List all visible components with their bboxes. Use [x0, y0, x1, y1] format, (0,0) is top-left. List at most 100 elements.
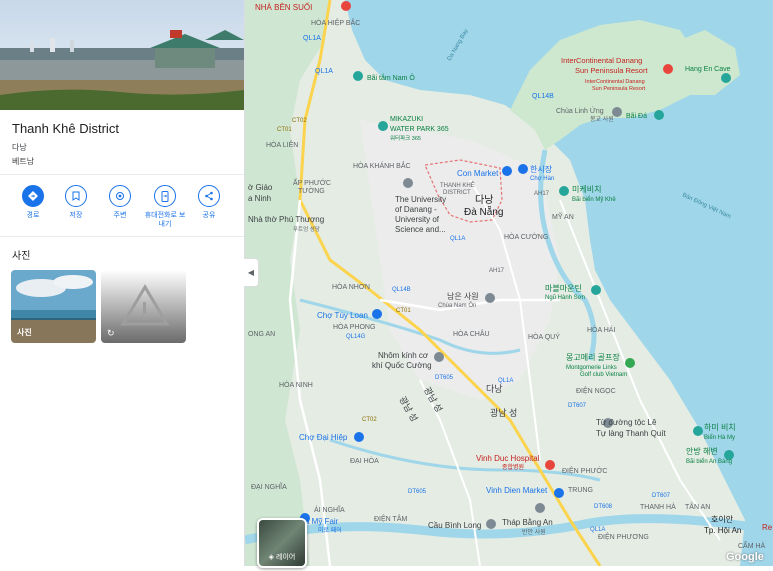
university-pin[interactable]	[403, 178, 413, 188]
label-thap-bang-an-1: Tháp Bằng An	[502, 518, 553, 527]
label-hoa-ninh: HÒA NINH	[279, 380, 313, 389]
photo-tile-label: 사진	[17, 328, 32, 337]
label-nam-o-temple-2: Chùa Nam Ôn	[438, 302, 476, 309]
label-montgomerie-3: Golf club Vietnam	[580, 372, 627, 378]
waterpark-pin[interactable]	[378, 121, 388, 131]
label-ct01-1: CT01	[277, 127, 292, 133]
label-marble-2: Ngũ Hành Sơn	[545, 295, 585, 301]
send-to-phone-icon	[154, 185, 176, 207]
shop-pin-nhom-kinh[interactable]	[434, 352, 444, 362]
label-thap-bang-an-2: 반안 사원	[522, 528, 546, 536]
divider	[0, 236, 244, 237]
label-univ-3: University of	[395, 215, 440, 224]
label-ct02-1: CT02	[292, 118, 307, 124]
divider	[0, 174, 244, 175]
label-an-bang-2: Bãi biển An Bàng	[686, 458, 732, 465]
label-cam-ha: CẨM HÀ	[738, 541, 766, 550]
label-vinh-duc-1: Vinh Duc Hospital	[476, 454, 540, 463]
label-my-khe-2: Bãi biển Mỹ Khê	[572, 196, 616, 203]
label-cho-tuy-loan: Chợ Túy Loan	[317, 311, 368, 320]
label-my-fair-1: a Mỹ Fair	[305, 517, 339, 526]
label-vinh-duc-2: 종합병원	[502, 463, 524, 471]
label-hoa-quy: HÒA QUÝ	[528, 332, 560, 341]
label-ql1a-top: QL1A	[303, 35, 321, 42]
label-hamie-2: Biển Hà My	[704, 434, 735, 441]
photo-tile-street-view[interactable]: ↻	[101, 270, 186, 343]
label-ct01-2: CT01	[396, 308, 411, 314]
share-button[interactable]: 공유	[187, 185, 231, 220]
map-svg[interactable]: NHÀ BÊN SUỐI HÒA HIỆP BẮC QL1A Da Nang B…	[243, 0, 773, 567]
place-country: 베트남	[12, 157, 35, 166]
label-hoa-lien: HÒA LIÊN	[266, 140, 298, 149]
send-to-phone-button[interactable]: 휴대전화로 보내기	[143, 185, 187, 229]
market-pin-vinh-dien[interactable]	[554, 488, 564, 498]
market-pin-tuy-loan[interactable]	[372, 309, 382, 319]
hotel-pin[interactable]	[663, 64, 673, 74]
restaurant-pin[interactable]	[341, 1, 351, 11]
layer-label-row: ◈ 레이어	[259, 552, 305, 562]
label-hoa-hai: HÒA HẢI	[587, 325, 615, 334]
label-hoa-cuong: HÒA CƯỜNG	[504, 232, 548, 241]
label-univ-2: of Danang -	[395, 205, 437, 214]
temple-pin-nam-on[interactable]	[485, 293, 495, 303]
label-dai-hoa: ĐẠI HÒA	[350, 456, 379, 465]
label-intercontinental-1: InterContinental Danang	[561, 56, 642, 65]
label-ql14g: QL14G	[346, 334, 366, 340]
label-bai-da: Bãi Đá	[626, 113, 647, 120]
bookmark-icon	[65, 185, 87, 207]
beach-pin-ha-my[interactable]	[693, 426, 703, 436]
label-dt607-1: DT607	[568, 403, 587, 409]
label-cau-binh-long: Cầu Bình Long	[428, 521, 481, 530]
label-ql1a-3: QL1A	[450, 236, 465, 242]
label-intercontinental-3: InterContinental Danang	[585, 79, 645, 85]
market-pin-dai-hiep[interactable]	[354, 432, 364, 442]
label-dt605-2: DT605	[408, 489, 427, 495]
label-mikazuki-2: WATER PARK 365	[390, 126, 449, 133]
place-side-panel: Thanh Khê District 다낭 베트남 경로 저장 주변 휴대전화로…	[0, 0, 245, 566]
directions-button[interactable]: 경로	[11, 185, 55, 220]
label-pho-phu-thuong-1: Nhà thờ Phú Thượng	[248, 215, 324, 224]
market-pin-han[interactable]	[518, 164, 528, 174]
market-pin-con[interactable]	[502, 166, 512, 176]
beach-pin-bai-da[interactable]	[654, 110, 664, 120]
label-trung: TRUNG	[568, 487, 593, 494]
label-quang-nam-3: 광남 성	[490, 407, 517, 418]
label-an-bang-1: 안방 해변	[686, 446, 718, 456]
label-univ-4: Science and...	[395, 225, 446, 234]
label-nhom-kinh-1: Nhôm kính cơ	[378, 351, 429, 360]
label-thanh-ha: THANH HÀ	[640, 502, 676, 511]
label-hoa-chau: HÒA CHÂU	[453, 329, 490, 338]
label-ql1a-2: QL1A	[315, 68, 333, 75]
golf-pin[interactable]	[625, 358, 635, 368]
share-label: 공유	[202, 212, 216, 219]
label-ct02-2: CT02	[362, 417, 377, 423]
label-tu-duong-1: Từ đường tộc Lê	[596, 418, 657, 427]
beach-pin-my-khe[interactable]	[559, 186, 569, 196]
label-ah17-1: AH17	[534, 191, 550, 197]
bridge-pin[interactable]	[486, 519, 496, 529]
label-hoa-khanh-bac: HÒA KHÁNH BẮC	[353, 161, 411, 170]
map-canvas[interactable]: NHÀ BÊN SUỐI HÒA HIỆP BẮC QL1A Da Nang B…	[243, 0, 773, 567]
label-cho-dai-hiep: Chợ Đại Hiệp	[299, 433, 348, 442]
temple-pin-linh-ung[interactable]	[612, 107, 622, 117]
nearby-button[interactable]: 주변	[98, 185, 142, 220]
collapse-panel-button[interactable]: ◀	[244, 258, 259, 287]
label-ap-tuong: TƯỜNG	[298, 186, 325, 195]
layer-toggle-button[interactable]: ◈ 레이어	[257, 518, 307, 568]
save-button[interactable]: 저장	[54, 185, 98, 220]
directions-label: 경로	[26, 212, 40, 219]
cave-pin[interactable]	[721, 73, 731, 83]
hero-photo[interactable]	[0, 0, 244, 110]
tower-pin-bang-an[interactable]	[535, 503, 545, 513]
label-montgomerie-2: Montgomerie Links	[566, 365, 617, 371]
nearby-icon	[109, 185, 131, 207]
label-dt607-2: DT607	[652, 493, 671, 499]
label-nam-o-temple-1: 남은 사원	[447, 292, 479, 301]
label-hoi-an-vn: Tp. Hội An	[704, 526, 741, 535]
hospital-pin[interactable]	[545, 460, 555, 470]
layer-label: 레이어	[276, 554, 296, 561]
photo-tile-beach[interactable]: 사진	[11, 270, 96, 343]
marble-mountain-pin[interactable]	[591, 285, 601, 295]
label-dien-phuong: ĐIỆN PHƯƠNG	[598, 532, 649, 541]
beach-pin-nam-o[interactable]	[353, 71, 363, 81]
